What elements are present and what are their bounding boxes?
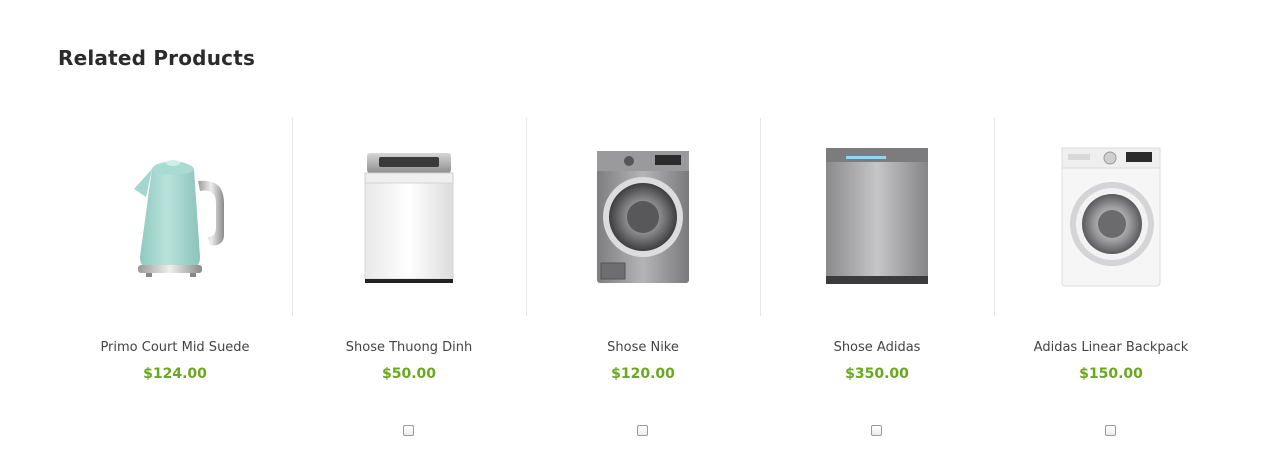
product-price: $50.00 xyxy=(381,366,437,382)
product-carousel: Primo Court Mid Suede $124.00 Shose Thuo… xyxy=(58,118,1228,448)
product-card: Shose Adidas $350.00 xyxy=(760,118,994,448)
kettle-image xyxy=(134,160,224,277)
compare-checkbox[interactable] xyxy=(1105,425,1116,436)
compare-checkbox[interactable] xyxy=(871,425,882,436)
product-image-link[interactable] xyxy=(994,118,1228,316)
top-load-washer-image xyxy=(364,153,454,283)
front-load-washer-white-image xyxy=(1061,147,1161,287)
product-name[interactable]: Primo Court Mid Suede xyxy=(58,340,292,355)
section-title: Related Products xyxy=(58,46,256,70)
product-card: Primo Court Mid Suede $124.00 xyxy=(58,118,292,448)
product-name[interactable]: Shose Adidas xyxy=(760,340,994,355)
compare-checkbox[interactable] xyxy=(403,425,414,436)
product-card: Adidas Linear Backpack $150.00 xyxy=(994,118,1228,448)
product-name[interactable]: Adidas Linear Backpack xyxy=(994,340,1228,355)
product-image-link[interactable] xyxy=(292,118,526,316)
related-products-section: Related Products Primo Court Mid Suede $… xyxy=(0,0,1287,457)
product-image-link[interactable] xyxy=(760,118,994,316)
front-load-washer-silver-image xyxy=(597,151,689,283)
product-price: $124.00 xyxy=(143,366,207,382)
product-card: Shose Thuong Dinh $50.00 xyxy=(292,118,526,448)
product-image-link[interactable] xyxy=(526,118,760,316)
product-card: Shose Nike $120.00 xyxy=(526,118,760,448)
product-price: $150.00 xyxy=(1079,366,1143,382)
dishwasher-image xyxy=(826,148,928,284)
product-price: $120.00 xyxy=(611,366,675,382)
product-price: $350.00 xyxy=(845,366,909,382)
product-name[interactable]: Shose Nike xyxy=(526,340,760,355)
compare-checkbox[interactable] xyxy=(637,425,648,436)
product-image-link[interactable] xyxy=(58,118,292,316)
product-name[interactable]: Shose Thuong Dinh xyxy=(292,340,526,355)
